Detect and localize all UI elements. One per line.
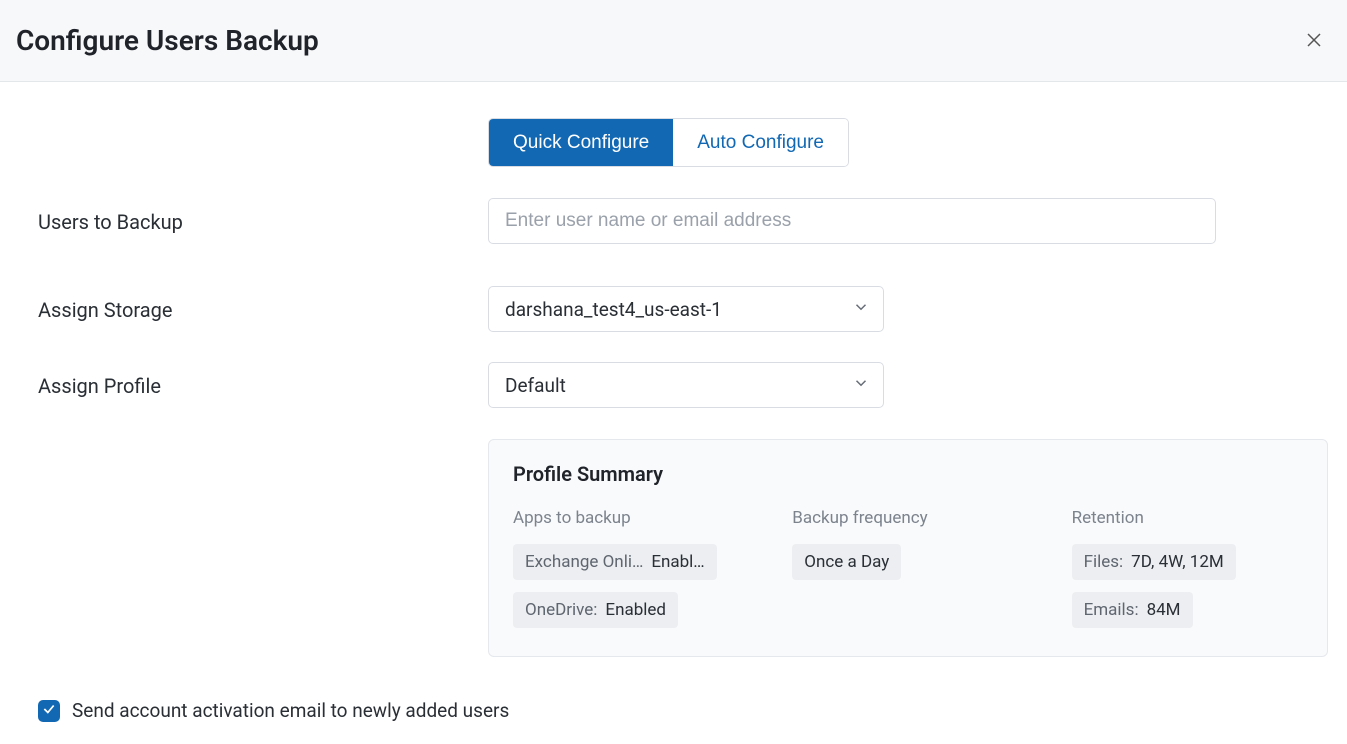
app-chip-val: Enabled	[605, 600, 666, 620]
summary-columns: Apps to backup Exchange Onli… Enabl… One…	[513, 508, 1303, 628]
retention-chip: Emails: 84M	[1072, 592, 1193, 628]
assign-profile-value: Default	[505, 374, 566, 397]
tab-toggle: Quick Configure Auto Configure	[488, 118, 849, 167]
users-to-backup-label: Users to Backup	[38, 208, 488, 234]
retention-chip: Files: 7D, 4W, 12M	[1072, 544, 1236, 580]
retention-heading: Retention	[1072, 508, 1303, 528]
apps-chip-list: Exchange Onli… Enabl… OneDrive: Enabled	[513, 544, 792, 628]
assign-storage-label: Assign Storage	[38, 296, 488, 322]
tab-quick-configure[interactable]: Quick Configure	[489, 119, 673, 166]
row-users-to-backup: Users to Backup	[38, 197, 1309, 245]
profile-select-wrap: Default	[488, 362, 1216, 408]
app-chip: Exchange Onli… Enabl…	[513, 544, 717, 580]
retention-chip-list: Files: 7D, 4W, 12M Emails: 84M	[1072, 544, 1303, 628]
assign-profile-select[interactable]: Default	[488, 362, 884, 408]
retention-chip-key: Emails:	[1084, 600, 1139, 620]
send-activation-email-checkbox[interactable]	[38, 700, 60, 722]
app-chip-key: Exchange Onli…	[525, 552, 643, 572]
send-activation-email-label: Send account activation email to newly a…	[72, 699, 509, 722]
users-input-wrap	[488, 198, 1216, 244]
app-chip: OneDrive: Enabled	[513, 592, 678, 628]
app-chip-key: OneDrive:	[525, 600, 597, 620]
check-icon	[42, 701, 56, 720]
users-to-backup-input[interactable]	[488, 198, 1216, 244]
app-chip-val: Enabl…	[651, 552, 704, 572]
tab-auto-configure[interactable]: Auto Configure	[673, 119, 848, 166]
apps-to-backup-heading: Apps to backup	[513, 508, 792, 528]
modal-header: Configure Users Backup	[0, 0, 1347, 82]
summary-col-frequency: Backup frequency Once a Day	[792, 508, 1071, 628]
row-assign-storage: Assign Storage darshana_test4_us-east-1	[38, 285, 1309, 333]
row-assign-profile: Assign Profile Default	[38, 361, 1309, 409]
profile-summary-panel: Profile Summary Apps to backup Exchange …	[488, 439, 1328, 657]
storage-select-wrap: darshana_test4_us-east-1	[488, 286, 1216, 332]
frequency-chip-list: Once a Day	[792, 544, 1071, 580]
tabs-row: Quick Configure Auto Configure	[38, 118, 1309, 167]
retention-chip-key: Files:	[1084, 552, 1124, 572]
send-activation-email-row: Send account activation email to newly a…	[38, 699, 1309, 722]
close-button[interactable]	[1297, 24, 1331, 58]
retention-chip-val: 7D, 4W, 12M	[1131, 552, 1224, 572]
assign-storage-value: darshana_test4_us-east-1	[505, 298, 722, 321]
modal-body: Quick Configure Auto Configure Users to …	[0, 82, 1347, 722]
frequency-chip: Once a Day	[792, 544, 901, 580]
summary-col-retention: Retention Files: 7D, 4W, 12M Emails: 84M	[1072, 508, 1303, 628]
assign-storage-select[interactable]: darshana_test4_us-east-1	[488, 286, 884, 332]
page-title: Configure Users Backup	[16, 24, 319, 57]
close-icon	[1305, 27, 1323, 55]
summary-col-apps: Apps to backup Exchange Onli… Enabl… One…	[513, 508, 792, 628]
profile-summary-title: Profile Summary	[513, 462, 1303, 486]
frequency-chip-val: Once a Day	[804, 552, 889, 572]
assign-profile-label: Assign Profile	[38, 372, 488, 398]
backup-frequency-heading: Backup frequency	[792, 508, 1071, 528]
retention-chip-val: 84M	[1147, 600, 1181, 620]
